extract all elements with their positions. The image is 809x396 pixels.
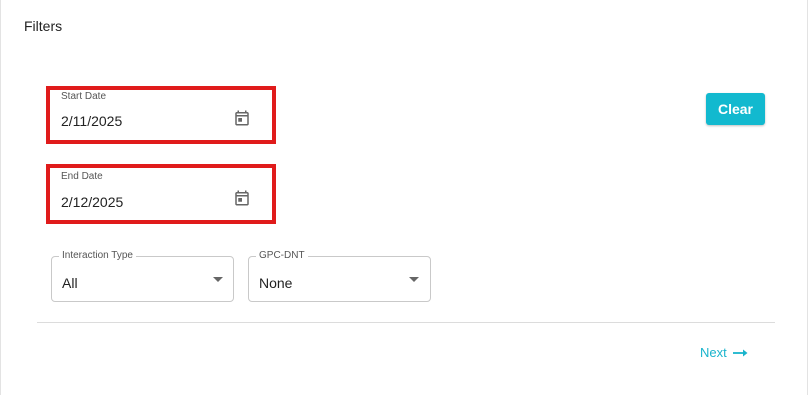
- next-link[interactable]: Next: [700, 345, 749, 360]
- filters-panel: Filters Start Date 2/11/2025 End Date 2/…: [0, 0, 808, 395]
- end-date-label: End Date: [58, 171, 106, 183]
- end-date-field[interactable]: End Date 2/12/2025: [51, 170, 271, 219]
- calendar-icon[interactable]: [233, 188, 251, 208]
- arrow-right-icon: [732, 349, 748, 356]
- next-label: Next: [700, 345, 727, 360]
- start-date-field[interactable]: Start Date 2/11/2025: [51, 91, 271, 139]
- gpc-dnt-label: GPC-DNT: [256, 250, 308, 262]
- interaction-type-label: Interaction Type: [59, 250, 136, 262]
- clear-button[interactable]: Clear: [706, 93, 765, 125]
- start-date-label: Start Date: [58, 91, 110, 103]
- interaction-type-value: All: [62, 275, 78, 291]
- calendar-icon[interactable]: [233, 108, 251, 128]
- filters-title: Filters: [24, 18, 63, 34]
- interaction-type-select[interactable]: Interaction Type All: [51, 250, 234, 302]
- gpc-dnt-value: None: [259, 275, 293, 291]
- start-date-value: 2/11/2025: [61, 113, 123, 129]
- end-date-value: 2/12/2025: [61, 194, 124, 210]
- filters-page: Filters Start Date 2/11/2025 End Date 2/…: [0, 0, 809, 396]
- chevron-down-icon[interactable]: [409, 277, 419, 282]
- gpc-dnt-select[interactable]: GPC-DNT None: [248, 250, 431, 302]
- divider: [37, 322, 775, 323]
- chevron-down-icon[interactable]: [213, 277, 223, 282]
